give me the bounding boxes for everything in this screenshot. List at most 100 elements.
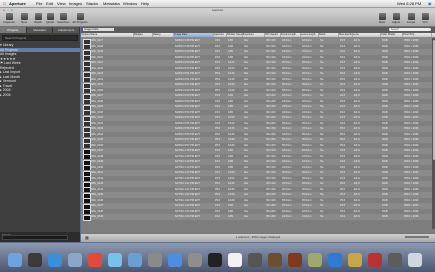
cell-date: 6/27/04 1:24 PM EDT [175,215,200,218]
terminal-dock-icon[interactable] [208,253,222,267]
column-header[interactable]: Shutter Speed [227,33,243,37]
apple-menu-icon[interactable]:  [3,0,6,7]
menu-help[interactable]: Help [141,0,149,7]
project-search-input[interactable]: Search Projects [2,35,78,41]
sidebar-tabs: Projects Metadata Adjustments [0,27,81,33]
column-header[interactable]: Max Aperture [339,33,353,37]
trash-dock-icon[interactable] [408,253,422,267]
dashboard-dock-icon[interactable] [28,253,42,267]
ical-dock-icon[interactable] [88,253,102,267]
address-book-dock-icon[interactable] [308,253,322,267]
column-header[interactable]: Image Date [174,33,214,37]
cell-max: f/4.0 [340,215,346,218]
menu-window[interactable]: Window [123,0,137,7]
adjust-icon [392,13,400,20]
quick-icon [46,13,54,20]
photo-booth-dock-icon[interactable] [368,253,382,267]
image-thumbnail[interactable] [83,214,91,221]
column-header[interactable]: ISO Speed [265,33,281,37]
cell-lens: EF-S [354,215,360,218]
raw-icon [378,13,386,20]
column-header[interactable]: Lens [353,33,381,37]
cell-fl: 24.0mm [282,215,292,218]
inspector-icon [5,13,13,20]
selection-button[interactable]: Selection [57,13,69,24]
preview-dock-icon[interactable] [168,253,182,267]
column-header[interactable]: Aperture [214,33,227,37]
cell-ap: f/4.0 [215,215,221,218]
all-projects-button[interactable]: All Projects [72,13,88,24]
tab-metadata[interactable]: Metadata [27,27,54,33]
selection-icon [59,13,67,20]
cell-iso: ISO 200 [266,215,276,218]
stack-button[interactable]: Stack [32,13,44,24]
stack-icon [34,13,42,20]
column-header[interactable]: Focal Length [281,33,301,37]
menu-aperture[interactable]: Aperture [9,0,26,7]
scroll-knob[interactable] [432,40,435,160]
raw-button[interactable]: Raw [376,13,388,24]
column-header[interactable]: Version Name [81,33,134,37]
cell-name: IMG_0449 [91,215,104,218]
cell-exp: 0ev [244,215,249,218]
cell-ll: 24.0mm [302,215,312,218]
loupe-icon [407,13,415,20]
cell-sh: 1/80 [228,215,234,218]
dock [0,243,435,272]
adjust-button[interactable]: Adjust [390,13,402,24]
calculator-dock-icon[interactable] [248,253,262,267]
image-search-input[interactable]: Search [389,28,431,31]
full-screen-icon [421,13,429,20]
cell-flash: No [320,215,324,218]
system-preferences-dock-icon[interactable] [188,253,202,267]
new-icon [20,13,28,20]
menu-images[interactable]: Images [69,0,82,7]
safari-dock-icon[interactable] [48,253,62,267]
menu-file[interactable]: File [36,0,42,7]
column-header[interactable]: Rating [153,33,174,37]
mail-dock-icon[interactable] [68,253,82,267]
toolbar: Inspector New Stack Quick Selection All … [0,12,435,27]
spotlight-icon[interactable]: ◉ [428,0,432,7]
quick-button[interactable]: Quick [44,13,56,24]
status-text: 1 selected – 3504 images displayed [235,235,281,239]
tab-projects[interactable]: Projects [0,27,27,33]
column-header[interactable]: Pixel Size [403,33,432,37]
menu-bar:  Aperture File Edit View Images Stacks … [0,0,435,8]
import-progress-bar [2,235,68,240]
tab-adjustments[interactable]: Adjustments [53,27,81,33]
sidebar-item[interactable]: ▸ 2006 [0,93,80,98]
column-header[interactable]: Exposure [243,33,265,37]
column-header[interactable]: Color Model [381,33,403,37]
new-button[interactable]: New [18,13,30,24]
menu-clock[interactable]: Wed 6:28 PM [397,0,421,7]
browser-pane: Image Date Search Version Name Badges Rati… [81,27,435,242]
loupe-button[interactable]: Loupe [405,13,417,24]
itunes-dock-icon[interactable] [108,253,122,267]
column-header[interactable]: Flash [319,33,339,37]
garageband-dock-icon[interactable] [348,253,362,267]
sort-popup[interactable]: Image Date [83,28,114,31]
column-header[interactable]: Lens Length [301,33,319,37]
menu-edit[interactable]: Edit [46,0,53,7]
full-screen-button[interactable]: Full [419,13,431,24]
chess-dock-icon[interactable] [268,253,282,267]
project-list: ▾ Library All Projects All Images ★★★★★ … [0,43,80,97]
ichat-dock-icon[interactable] [328,253,342,267]
image-list: IMG_0417 6/26/04 6:48 PM EDT f/3.5 1/60 0ev I… [81,38,435,229]
menu-stacks[interactable]: Stacks [86,0,98,7]
column-header[interactable]: Badges [134,33,153,37]
dictionary-dock-icon[interactable] [288,253,302,267]
table-row[interactable]: IMG_0449 6/27/04 1:24 PM EDT f/4.0 1/80 0ev I… [81,214,435,221]
finder-dock-icon[interactable] [8,253,22,267]
sidebar-footer: Import [0,232,80,242]
cell-px: 3504 × 2336 [404,215,419,218]
thumbnail-size-slider[interactable] [405,236,429,238]
font-book-dock-icon[interactable] [388,253,402,267]
aperture-dock-icon[interactable] [148,253,162,267]
menu-view[interactable]: View [57,0,66,7]
textedit-dock-icon[interactable] [228,253,242,267]
iphoto-dock-icon[interactable] [128,253,142,267]
menu-metadata[interactable]: Metadata [103,0,120,7]
inspector-button[interactable]: Inspector [3,13,15,24]
